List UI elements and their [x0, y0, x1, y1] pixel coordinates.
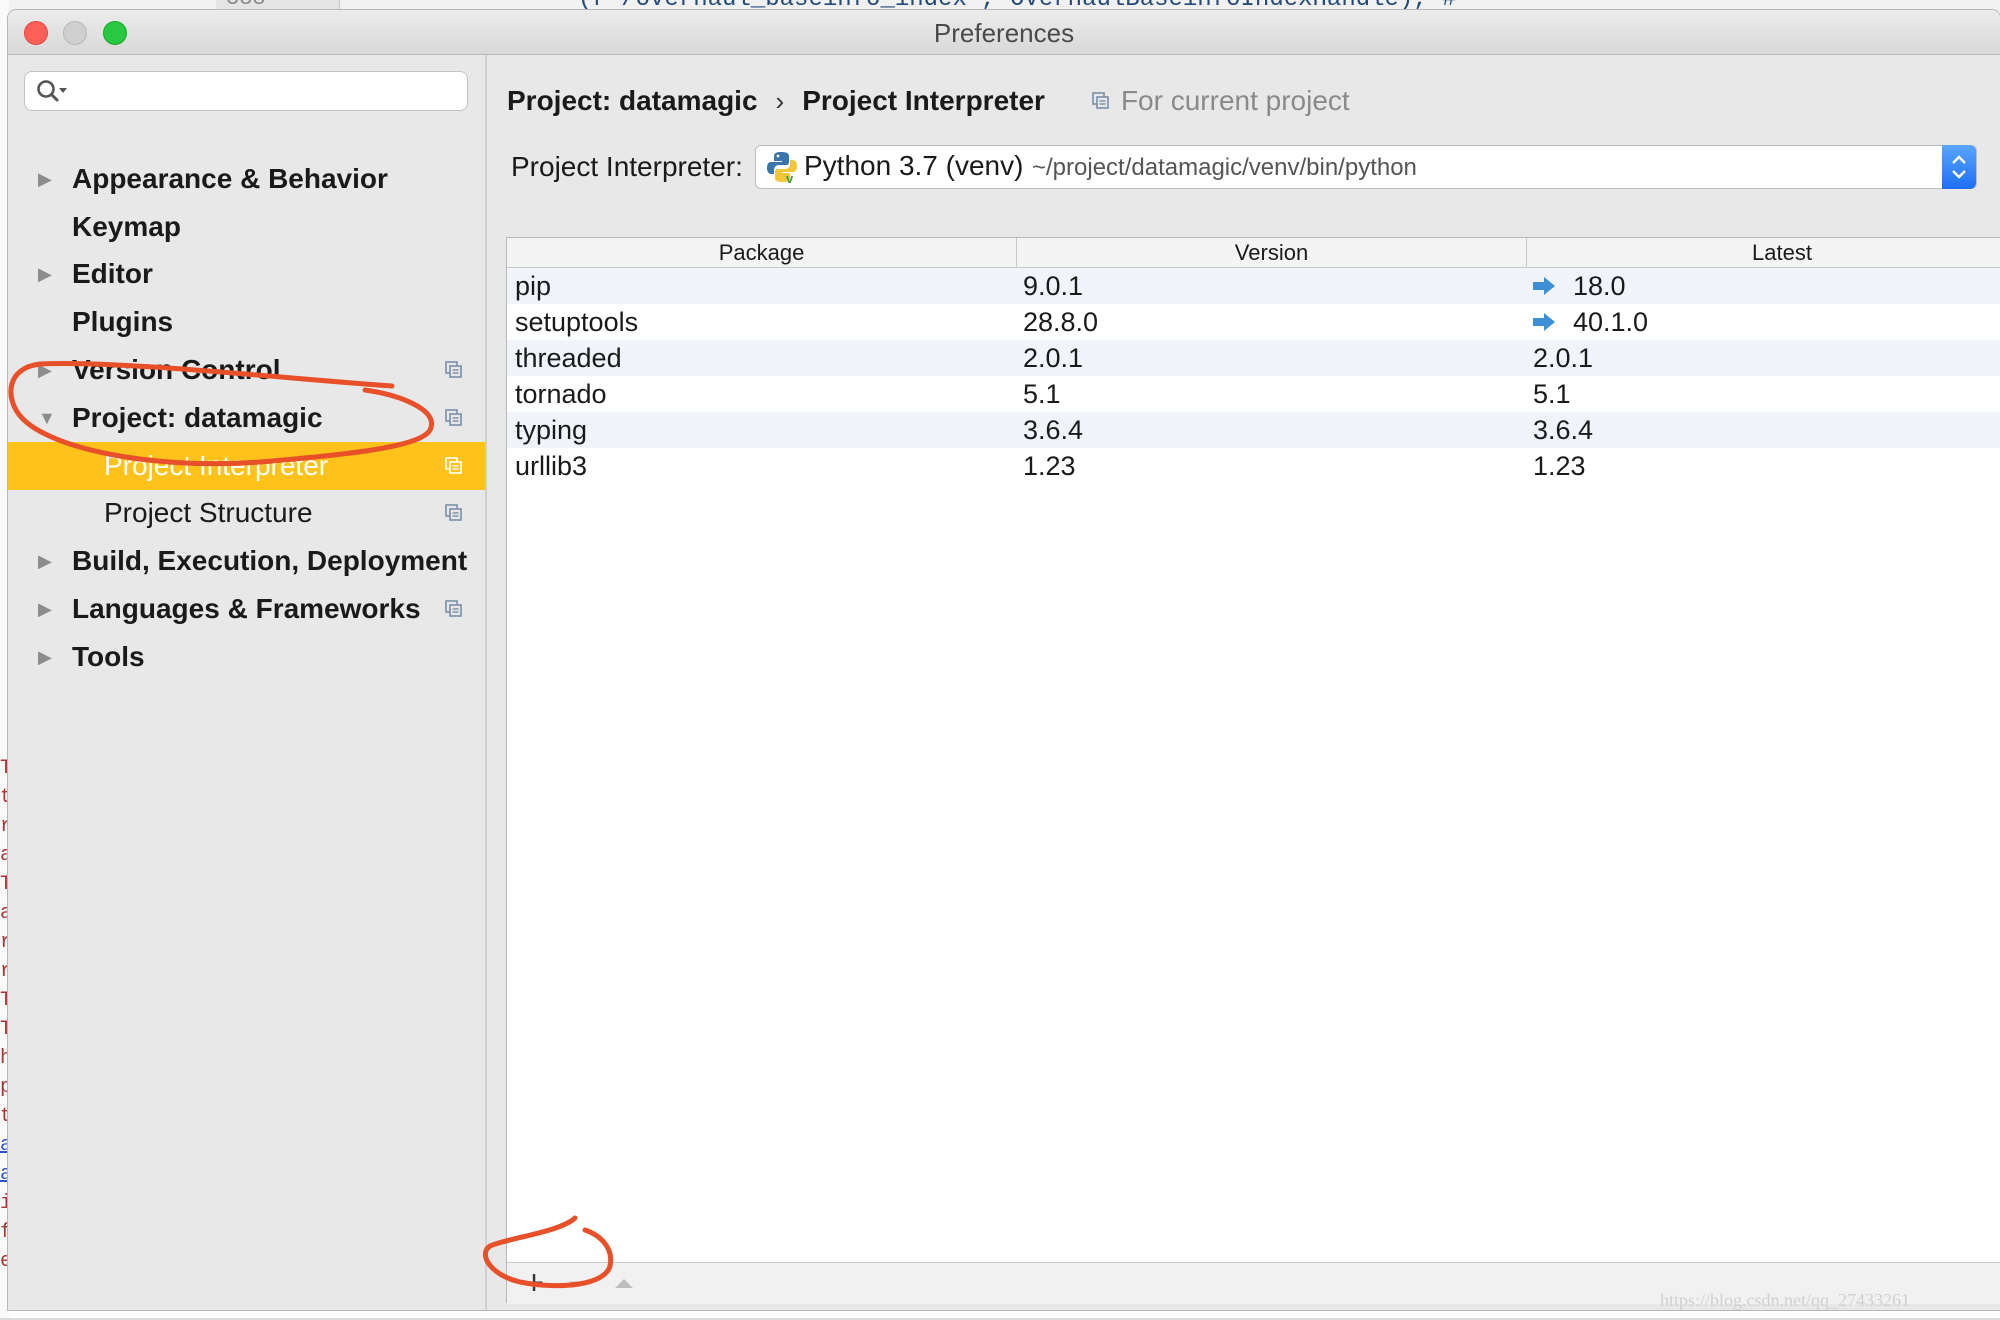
package-version: 3.6.4 — [1023, 415, 1084, 445]
remove-package-button[interactable]: − — [559, 1265, 597, 1301]
title-bar[interactable]: Preferences — [8, 10, 2000, 55]
column-header-version[interactable]: Version — [1017, 238, 1527, 267]
package-version: 9.0.1 — [1023, 271, 1084, 301]
package-name: tornado — [515, 379, 607, 409]
project-scope-icon — [445, 456, 462, 474]
interpreter-label: Project Interpreter: — [511, 151, 743, 182]
sidebar-item-label: Version Control — [72, 354, 281, 386]
interpreter-dropdown-button[interactable] — [1942, 145, 1976, 189]
package-latest: 2.0.1 — [1533, 343, 1594, 373]
sidebar-item-languages-frameworks[interactable]: ▶ Languages & Frameworks — [8, 585, 485, 633]
window-title: Preferences — [933, 18, 1075, 48]
package-name: urllib3 — [515, 451, 588, 481]
project-scope-icon — [445, 409, 462, 426]
add-package-button[interactable]: + — [515, 1265, 553, 1301]
table-row[interactable]: threaded 2.0.1 2.0.1 — [507, 340, 2000, 376]
column-header-latest[interactable]: Latest — [1527, 238, 2000, 267]
settings-content-panel: Project: datamagic › Project Interpreter… — [487, 55, 2000, 1310]
package-name: pip — [515, 271, 552, 301]
sidebar-item-appearance-behavior[interactable]: ▶ Appearance & Behavior — [8, 155, 485, 203]
breadcrumb-separator: › — [775, 85, 785, 116]
interpreter-select[interactable]: v Python 3.7 (venv) ~/project/datamagic/… — [755, 145, 1977, 189]
sidebar-item-label: Project Interpreter — [104, 449, 329, 481]
sidebar-item-version-control[interactable]: ▶ Version Control — [8, 346, 485, 394]
settings-sidebar: ▶ Appearance & Behavior Keymap ▶ Editor … — [8, 55, 487, 1310]
breadcrumb: Project: datamagic › Project Interpreter… — [507, 81, 1350, 121]
package-latest: 5.1 — [1533, 379, 1571, 409]
table-row[interactable]: tornado 5.1 5.1 — [507, 376, 2000, 412]
breadcrumb-parent[interactable]: Project: datamagic — [507, 85, 758, 117]
table-row[interactable]: setuptools 28.8.0 40.1.0 — [507, 304, 2000, 340]
expand-arrow-icon[interactable]: ▶ — [38, 552, 56, 570]
sidebar-item-keymap[interactable]: Keymap — [8, 203, 485, 251]
sidebar-item-plugins[interactable]: Plugins — [8, 298, 485, 346]
package-version: 2.0.1 — [1023, 343, 1084, 373]
breadcrumb-current: Project Interpreter — [802, 85, 1045, 116]
sidebar-item-project-structure[interactable]: Project Structure — [8, 490, 485, 538]
collapse-arrow-icon[interactable]: ▼ — [38, 409, 56, 427]
packages-table: Package Version Latest pip 9.0.1 18.0 se… — [506, 237, 2000, 1304]
sidebar-item-label: Appearance & Behavior — [72, 162, 388, 194]
upgrade-package-button[interactable] — [605, 1265, 643, 1301]
interpreter-name: Python 3.7 (venv) — [804, 150, 1024, 181]
sidebar-item-label: Project: datamagic — [72, 401, 323, 433]
upgrade-arrow-icon[interactable] — [1531, 311, 1557, 333]
svg-text:v: v — [786, 171, 794, 184]
sidebar-item-label: Build, Execution, Deployment — [72, 545, 468, 577]
package-latest: 18.0 — [1573, 271, 1626, 301]
package-name: typing — [515, 415, 588, 445]
watermark: https://blog.csdn.net/qq_27433261 — [1660, 1290, 1910, 1310]
package-latest: 1.23 — [1533, 451, 1586, 481]
upgrade-triangle-icon — [615, 1279, 633, 1288]
interpreter-path: ~/project/datamagic/venv/bin/python — [1032, 154, 1417, 181]
python-icon: v — [767, 152, 797, 184]
sidebar-item-label: Tools — [72, 640, 145, 672]
package-latest: 40.1.0 — [1573, 307, 1649, 337]
sidebar-item-project-datamagic[interactable]: ▼ Project: datamagic — [8, 394, 485, 442]
column-header-package[interactable]: Package — [507, 238, 1017, 267]
table-row[interactable]: typing 3.6.4 3.6.4 — [507, 412, 2000, 448]
sidebar-item-build-execution-deployment[interactable]: ▶ Build, Execution, Deployment — [8, 537, 485, 585]
expand-arrow-icon[interactable]: ▶ — [38, 265, 56, 283]
expand-arrow-icon[interactable]: ▶ — [38, 600, 56, 618]
sidebar-item-tools[interactable]: ▶ Tools — [8, 633, 485, 681]
preferences-window: Preferences ▶ Appearance & Behavior Keym… — [8, 10, 2000, 1310]
sidebar-item-label: Project Structure — [104, 497, 313, 529]
table-row[interactable]: pip 9.0.1 18.0 — [507, 268, 2000, 304]
settings-search-input[interactable] — [73, 76, 457, 108]
search-icon[interactable] — [35, 78, 69, 106]
sidebar-item-label: Editor — [72, 258, 153, 290]
table-body: pip 9.0.1 18.0 setuptools 28.8.0 40.1.0 … — [507, 268, 2000, 484]
package-version: 5.1 — [1023, 379, 1061, 409]
sidebar-item-project-interpreter[interactable]: Project Interpreter — [8, 441, 485, 490]
sidebar-item-label: Plugins — [72, 306, 174, 338]
sidebar-item-label: Keymap — [72, 210, 181, 242]
expand-arrow-icon[interactable]: ▶ — [38, 170, 56, 188]
settings-tree: ▶ Appearance & Behavior Keymap ▶ Editor … — [8, 155, 485, 681]
package-latest: 3.6.4 — [1533, 415, 1594, 445]
project-scope-icon — [445, 504, 462, 522]
table-header: Package Version Latest — [507, 238, 2000, 268]
scope-label: For current project — [1120, 85, 1350, 116]
expand-arrow-icon[interactable]: ▶ — [38, 648, 56, 666]
table-row[interactable]: urllib3 1.23 1.23 — [507, 448, 2000, 484]
package-name: threaded — [515, 343, 622, 373]
package-name: setuptools — [515, 307, 639, 337]
sidebar-item-editor[interactable]: ▶ Editor — [8, 251, 485, 299]
sidebar-item-label: Languages & Frameworks — [72, 593, 421, 625]
updown-chevron-icon — [1952, 155, 1966, 179]
upgrade-arrow-icon[interactable] — [1531, 275, 1557, 297]
package-version: 28.8.0 — [1023, 307, 1099, 337]
project-scope-icon — [1092, 92, 1109, 109]
expand-arrow-icon[interactable]: ▶ — [38, 361, 56, 379]
project-scope-icon — [445, 361, 462, 378]
package-version: 1.23 — [1023, 451, 1076, 481]
project-scope-icon — [445, 600, 462, 617]
settings-search-box[interactable] — [24, 71, 468, 111]
